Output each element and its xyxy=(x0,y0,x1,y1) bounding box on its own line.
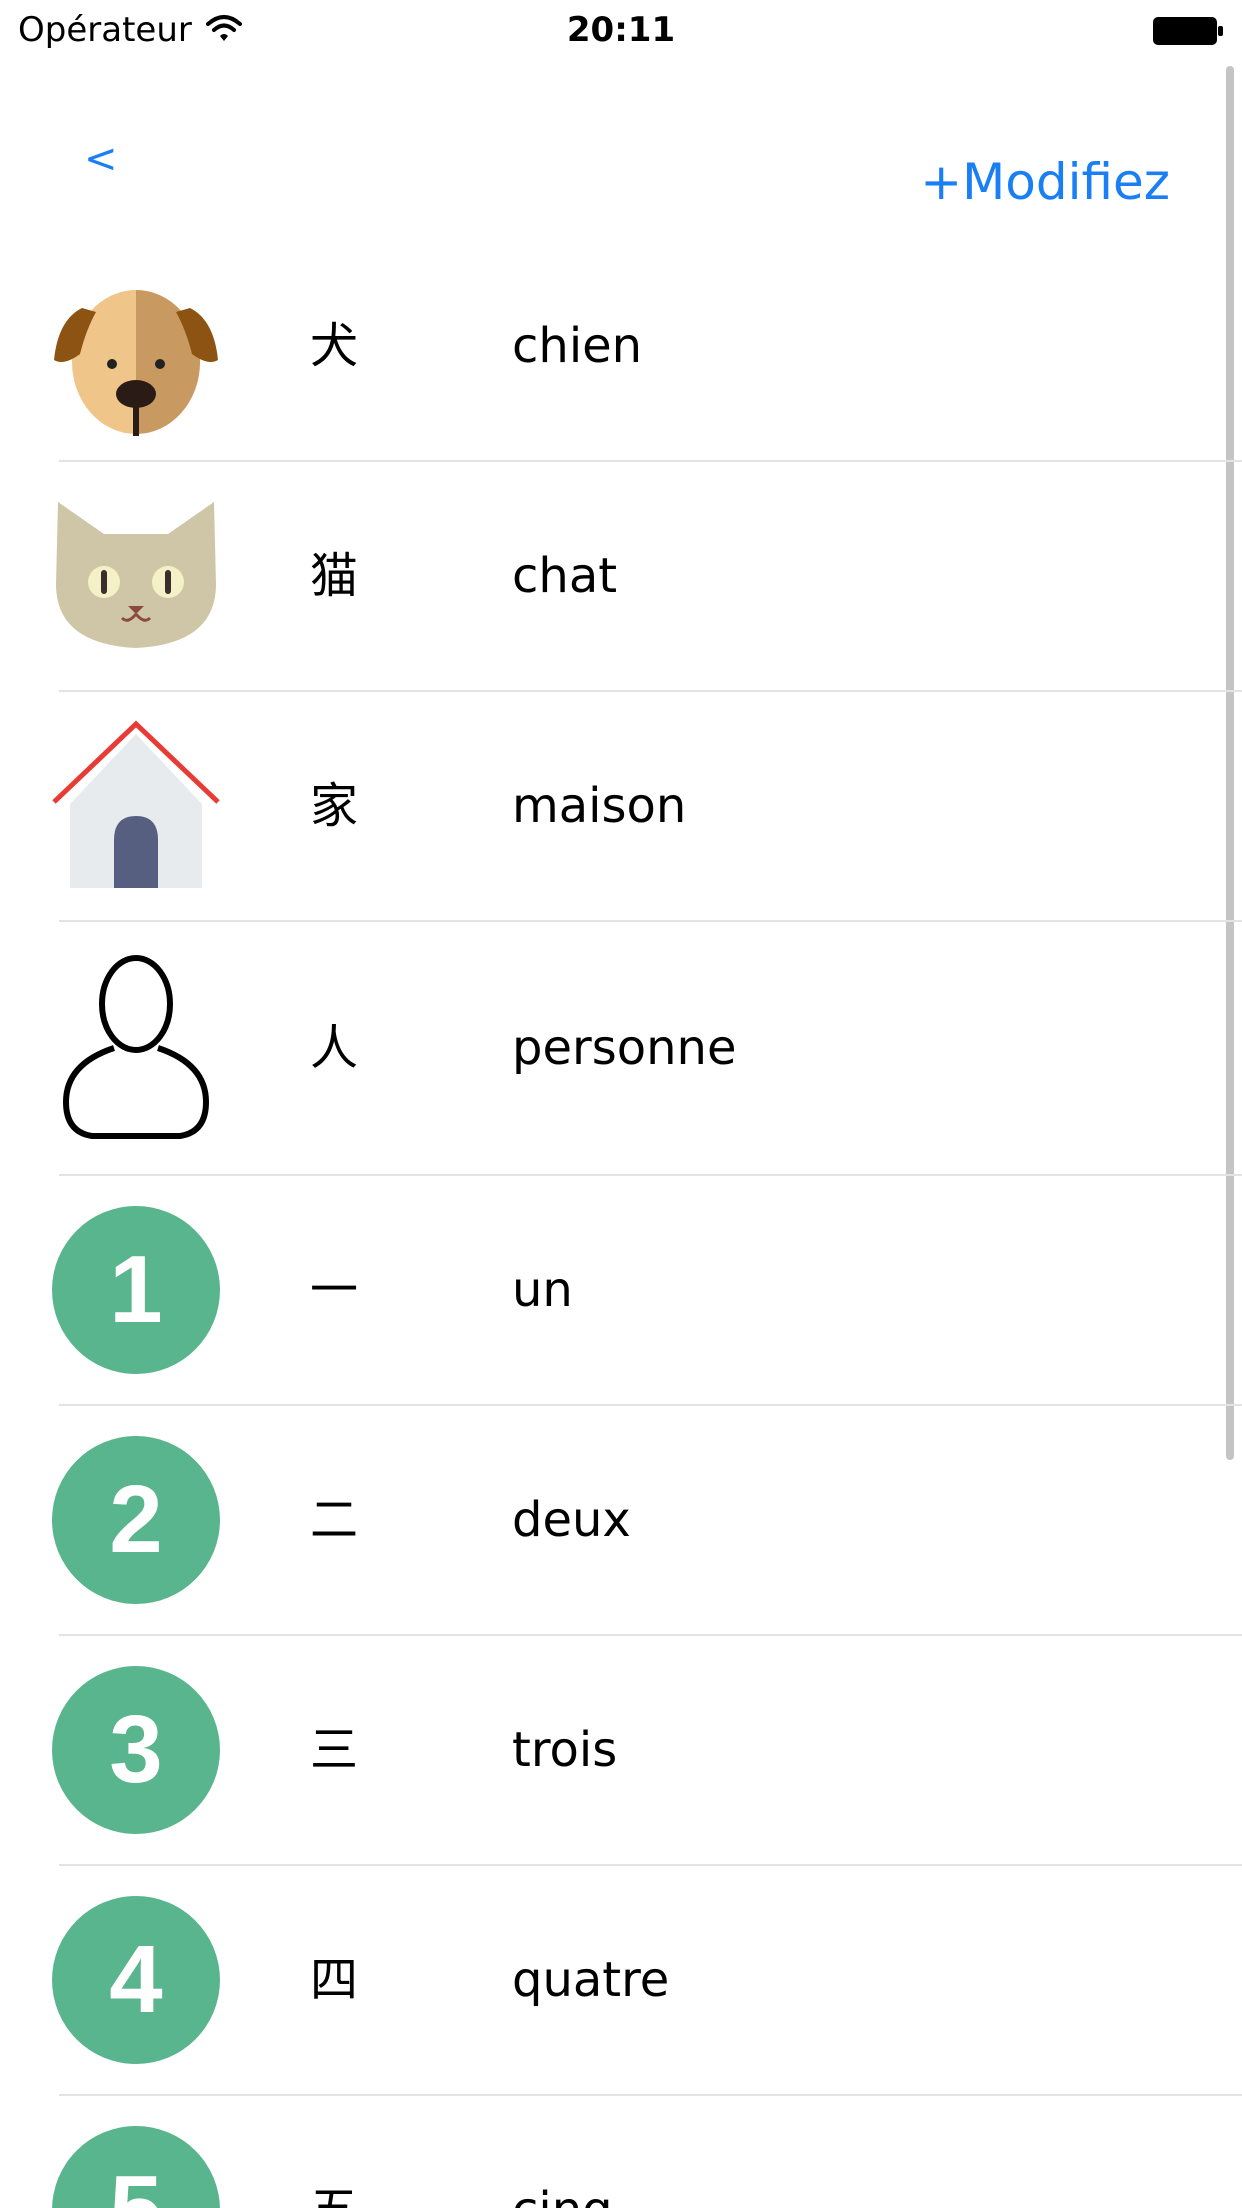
list-item[interactable]: 3 三 trois xyxy=(0,1636,1242,1866)
back-button[interactable]: < xyxy=(84,134,118,184)
list-item[interactable]: 人 personne xyxy=(0,922,1242,1176)
kanji-label: 犬 xyxy=(310,318,359,374)
number-icon: 2 xyxy=(52,1436,220,1604)
list-item[interactable]: 2 二 deux xyxy=(0,1406,1242,1636)
person-icon xyxy=(52,952,220,1148)
word-label: trois xyxy=(512,1722,618,1778)
list-item[interactable]: 4 四 quatre xyxy=(0,1866,1242,2096)
word-label: deux xyxy=(512,1492,631,1548)
number-icon: 4 xyxy=(52,1896,220,2064)
cat-icon xyxy=(52,494,220,662)
house-icon xyxy=(52,720,220,888)
list-item[interactable]: 5 五 cinq xyxy=(0,2096,1242,2208)
status-bar: Opérateur 20:11 xyxy=(0,0,1242,62)
number-label: 2 xyxy=(109,1466,162,1573)
number-label: 5 xyxy=(109,2156,162,2208)
number-icon: 1 xyxy=(52,1206,220,1374)
number-icon: 5 xyxy=(52,2126,220,2208)
word-label: personne xyxy=(512,1020,737,1076)
list-item[interactable]: 1 一 un xyxy=(0,1176,1242,1406)
status-time: 20:11 xyxy=(566,10,676,50)
kanji-label: 五 xyxy=(310,2180,390,2208)
number-label: 3 xyxy=(109,1696,162,1803)
word-label: maison xyxy=(512,778,687,834)
number-label: 4 xyxy=(109,1926,162,2033)
kanji-label: 一 xyxy=(310,1262,359,1318)
battery-icon xyxy=(1153,17,1223,45)
word-label: chien xyxy=(512,318,643,374)
list-item[interactable]: 家 maison xyxy=(0,692,1242,922)
kanji-label: 二 xyxy=(310,1492,359,1548)
number-label: 1 xyxy=(109,1236,162,1343)
word-label: cinq xyxy=(512,2180,613,2208)
word-label: quatre xyxy=(512,1952,670,2008)
dog-icon xyxy=(52,270,220,438)
number-icon: 3 xyxy=(52,1666,220,1834)
kanji-label: 家 xyxy=(310,778,359,834)
kanji-label: 四 xyxy=(310,1952,359,2008)
word-label: chat xyxy=(512,548,618,604)
modify-button[interactable]: +Modifiez xyxy=(920,152,1170,212)
kanji-label: 三 xyxy=(310,1722,359,1778)
list-item[interactable]: 猫 chat xyxy=(0,462,1242,692)
word-label: un xyxy=(512,1262,573,1318)
list-item[interactable]: 犬 chien xyxy=(0,232,1242,462)
kanji-label: 猫 xyxy=(310,548,359,604)
kanji-label: 人 xyxy=(310,1020,359,1076)
